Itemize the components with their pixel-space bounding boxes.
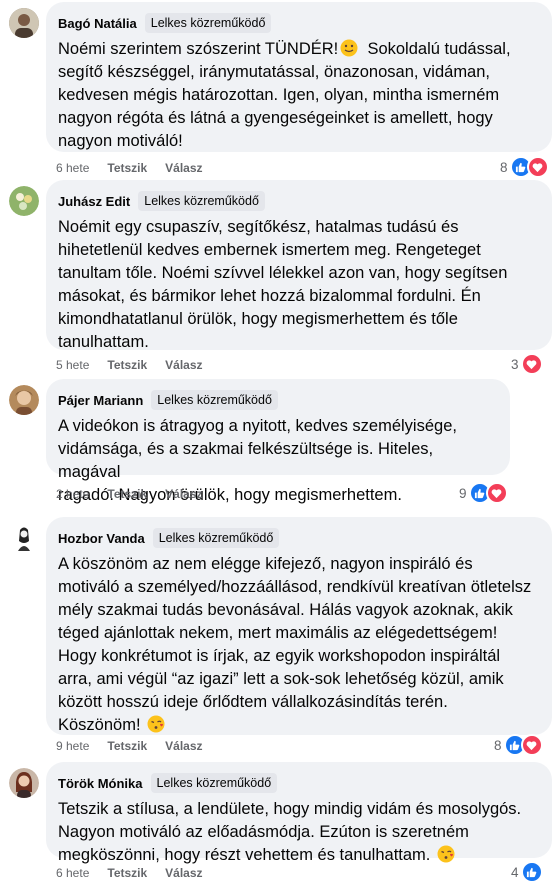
comment-author[interactable]: Bagó Natália [58,16,137,31]
avatar[interactable] [9,523,39,553]
reaction-count: 9 [459,485,467,501]
comment-bubble: Pájer Mariann Lelkes közreműködő A videó… [46,379,510,504]
comment-text: A köszönöm az nem elégge kifejező, nagyo… [58,555,532,734]
avatar[interactable] [9,768,39,798]
reaction-summary[interactable]: 9 [459,482,508,504]
comment-text: Noémit egy csupaszív, segítőkész, hatalm… [58,218,508,351]
reaction-count: 4 [511,864,519,880]
kissing-face-emoji [437,845,455,863]
avatar-image [9,523,39,553]
contributor-badge[interactable]: Lelkes közreműködő [144,13,272,33]
comment-author[interactable]: Hozbor Vanda [58,531,145,546]
avatar-image [9,385,39,415]
comment-bubble: Hozbor Vanda Lelkes közreműködő A köszön… [46,517,552,735]
comment-time[interactable]: 2 hete [56,487,89,501]
contributor-badge[interactable]: Lelkes közreműködő [151,390,278,410]
contributor-badge[interactable]: Lelkes közreműködő [152,528,280,548]
comment-bubble: Török Mónika Lelkes közreműködő Tetszik … [46,762,552,864]
avatar[interactable] [9,8,39,38]
reaction-summary[interactable]: 3 [511,353,543,375]
comment-time[interactable]: 5 hete [56,358,89,372]
avatar-image [9,8,39,38]
like-icon [520,861,543,883]
avatar[interactable] [9,385,39,415]
comment-time[interactable]: 6 hete [56,866,89,880]
comment-text: Tetszik a stílusa, a lendülete, hogy min… [58,800,522,864]
like-button[interactable]: Tetszik [107,739,147,753]
comment-actions: 6 hete Tetszik Válasz [56,161,203,175]
reaction-count: 3 [511,356,519,372]
comment-actions: 2 hete Tetszik Válasz [56,487,203,501]
smiling-face-emoji [340,39,358,57]
avatar-image [9,768,39,798]
reply-button[interactable]: Válasz [165,358,202,372]
like-button[interactable]: Tetszik [107,487,147,501]
reaction-summary[interactable]: 8 [500,156,549,178]
comment-time[interactable]: 6 hete [56,161,89,175]
comment-author[interactable]: Juhász Edit [58,194,130,209]
reaction-summary[interactable]: 4 [511,861,543,883]
reaction-count: 8 [494,737,502,753]
comment-author[interactable]: Pájer Mariann [58,393,143,408]
comment-bubble: Juhász Edit Lelkes közreműködő Noémit eg… [46,180,552,351]
reaction-count: 8 [500,159,508,175]
love-icon [520,353,543,375]
like-button[interactable]: Tetszik [107,866,147,880]
contributor-badge[interactable]: Lelkes közreműködő [138,191,265,211]
comment-actions: 9 hete Tetszik Válasz [56,739,203,753]
avatar-image [9,186,39,216]
comment-actions: 5 hete Tetszik Válasz [56,358,203,372]
reply-button[interactable]: Válasz [165,161,202,175]
avatar[interactable] [9,186,39,216]
reaction-summary[interactable]: 8 [494,734,543,756]
love-icon [526,156,549,178]
reply-button[interactable]: Válasz [165,866,202,880]
comment-text: Noémi szerintem szószerint TÜNDÉR! Sokol… [58,39,511,150]
reply-button[interactable]: Válasz [165,487,202,501]
like-button[interactable]: Tetszik [107,161,147,175]
love-icon [485,482,508,504]
love-icon [520,734,543,756]
kissing-face-emoji [147,715,165,733]
comment-actions: 6 hete Tetszik Válasz [56,866,203,880]
comment-bubble: Bagó Natália Lelkes közreműködő Noémi sz… [46,2,552,152]
reply-button[interactable]: Válasz [165,739,202,753]
contributor-badge[interactable]: Lelkes közreműködő [150,773,278,793]
comment-author[interactable]: Török Mónika [58,776,143,791]
like-button[interactable]: Tetszik [107,358,147,372]
comment-time[interactable]: 9 hete [56,739,89,753]
